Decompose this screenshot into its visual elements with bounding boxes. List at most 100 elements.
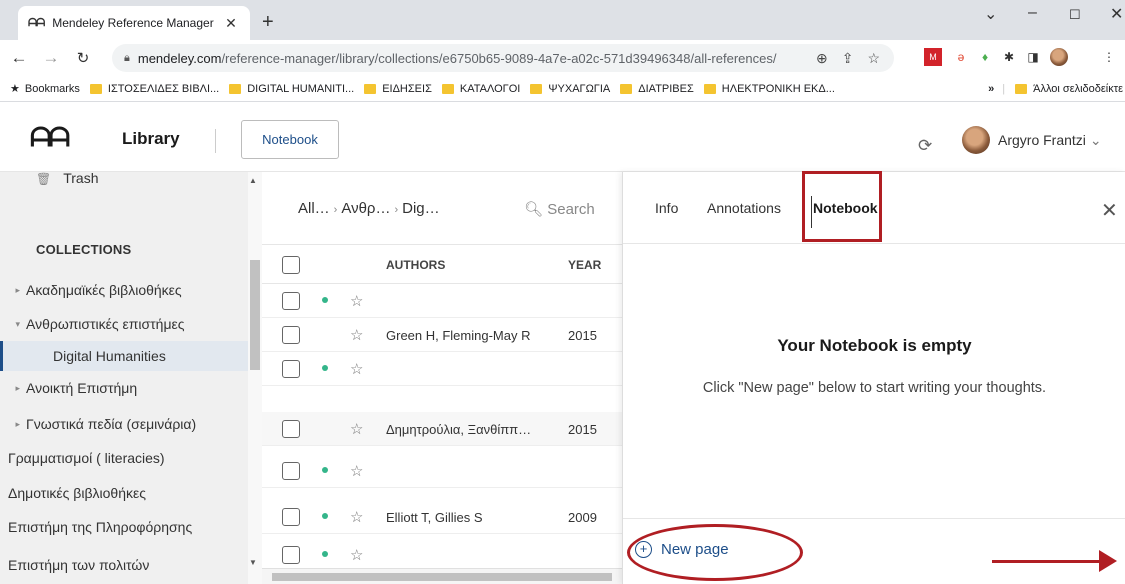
caret-down-icon[interactable]: ▾ [0,319,20,330]
row-checkbox[interactable] [282,420,300,438]
folder-icon [1015,83,1028,94]
collections-sidebar: 🗑︎ Trash COLLECTIONS ▸ Ακαδημαϊκές βιβλιοθ… [0,172,262,584]
bookmarks-manager[interactable]: ★ Bookmarks [10,82,80,96]
sidebar-scrollbar[interactable] [248,172,262,584]
table-row[interactable]: ☆ [262,352,622,386]
browser-tab[interactable]: ᗩᗩ Mendeley Reference Manager ✕ [18,6,250,40]
tab-close-icon[interactable]: ✕ [222,15,240,32]
avatar[interactable] [962,126,990,154]
close-panel-icon[interactable]: ✕ [1101,198,1118,223]
row-checkbox[interactable] [282,292,300,310]
bookmark-folder[interactable]: ΚΑΤΑΛΟΓΟΙ [441,82,521,95]
caret-right-icon[interactable]: ▸ [0,285,20,296]
breadcrumb-current[interactable]: Dig… [402,200,440,217]
scroll-up-icon[interactable]: ▲ [249,176,257,185]
sidebar-item-label: Επιστήμη της Πληροφόρησης [8,519,193,535]
sync-icon[interactable]: ⟳ [918,136,932,156]
star-icon[interactable]: ☆ [350,326,363,344]
sidebar-item-collection[interactable]: ▸ Ακαδημαϊκές βιβλιοθήκες [0,275,248,305]
row-checkbox[interactable] [282,508,300,526]
sidebar-item-collection[interactable]: Επιστήμη της Πληροφόρησης [0,512,248,542]
close-window-button[interactable]: ✕ [1110,4,1123,24]
forward-icon[interactable]: → [40,48,62,68]
column-year[interactable]: YEAR [568,258,601,272]
search-button[interactable]: 🔍︎ Search [524,200,595,218]
row-checkbox[interactable] [282,462,300,480]
row-checkbox[interactable] [282,326,300,344]
sidebar-item-collection[interactable]: Γραμματισμοί ( literacies) [0,443,248,473]
sidebar-item-collection[interactable]: ▸ Γνωστικά πεδία (σεμινάρια) [0,409,248,439]
breadcrumb-parent[interactable]: Ανθρ… [341,200,390,217]
breadcrumb-all[interactable]: All… [298,200,330,217]
star-icon[interactable]: ☆ [350,292,363,310]
table-row[interactable]: ☆ [262,284,622,318]
bookmarks-overflow-icon[interactable]: » [988,83,994,95]
address-bar[interactable]: 🔒︎ mendeley.com/reference-manager/librar… [112,44,894,72]
star-icon[interactable]: ☆ [350,546,363,564]
folder-icon [89,83,102,94]
select-all-checkbox[interactable] [282,256,300,274]
sidebar-item-collection[interactable]: Επιστήμη των πολιτών [0,550,248,580]
share-icon[interactable]: ⇪ [842,50,854,67]
bookmark-folder[interactable]: ΗΛΕΚΤΡΟΝΙΚΗ ΕΚΔ... [703,82,835,95]
sidebar-item-digital-humanities[interactable]: Digital Humanities [0,341,248,371]
user-menu[interactable]: Argyro Frantzi ⌄ [998,132,1102,149]
table-row[interactable]: ☆ Δημητρούλια, Ξανθίππ… 2015 [262,412,622,446]
bookmark-folder[interactable]: ΕΙΔΗΣΕΙΣ [364,83,432,95]
row-checkbox[interactable] [282,360,300,378]
bookmark-folder[interactable]: ΙΣΤΟΣΕΛΙΔΕΣ ΒΙΒΛΙ... [89,83,219,95]
drop-extension-icon[interactable]: ♦ [976,48,994,66]
new-tab-button[interactable]: + [262,12,274,32]
caret-right-icon[interactable]: ▸ [0,383,20,394]
bookmark-folder[interactable]: ΔΙΑΤΡΙΒΕΣ [620,83,694,95]
table-row[interactable]: ☆ Elliott T, Gillies S 2009 [262,500,622,534]
sidebar-item-label: Digital Humanities [53,348,166,364]
star-icon[interactable]: ☆ [350,360,363,378]
sidebar-item-collection[interactable]: Δημοτικές βιβλιοθήκες [0,478,248,508]
sidebar-item-collection[interactable]: ▸ Ανοικτή Επιστήμη [0,373,248,403]
tab-annotations[interactable]: Annotations [707,200,781,216]
bookmark-folder[interactable]: ΨΥΧΑΓΩΓΙΑ [530,83,610,95]
collections-header: COLLECTIONS [36,242,132,257]
scroll-down-icon[interactable]: ▼ [249,558,257,567]
reload-icon[interactable]: ↻ [72,49,94,67]
bookmark-folder-label: ΚΑΤΑΛΟΓΟΙ [459,82,521,95]
mendeley-extension-icon[interactable]: M [924,48,942,66]
star-icon[interactable]: ☆ [350,462,363,480]
tab-info[interactable]: Info [655,200,678,216]
side-panel-icon[interactable]: ◨ [1024,48,1042,66]
column-authors[interactable]: AUTHORS [386,258,445,272]
scrollbar-thumb[interactable] [272,573,612,581]
sidebar-item-collection[interactable]: ▾ Ανθρωπιστικές επιστήμες [0,309,248,339]
row-authors: Green H, Fleming-May R [386,328,531,343]
star-icon[interactable]: ☆ [350,420,363,438]
table-row[interactable]: ☆ [262,454,622,488]
tab-search-icon[interactable]: ⌄ [984,4,997,24]
trash-label: Trash [63,172,99,186]
maximize-button[interactable]: ☐ [1069,7,1081,23]
minimize-button[interactable]: – [1028,4,1037,22]
mendeley-logo-icon[interactable]: ᗩᗩ [30,122,70,154]
reference-list-horizontal-scrollbar[interactable] [262,568,622,584]
library-title[interactable]: Library [122,129,180,149]
bookmark-folder[interactable]: DIGITAL HUMANITI... [229,83,354,95]
table-row[interactable]: ☆ [262,538,622,572]
sidebar-item-label: Ανοικτή Επιστήμη [26,380,138,396]
table-row[interactable]: ☆ Green H, Fleming-May R 2015 [262,318,622,352]
extension-icon[interactable]: ə [952,48,970,66]
sidebar-item-trash[interactable]: 🗑︎ Trash [36,172,99,186]
row-checkbox[interactable] [282,546,300,564]
profile-avatar-icon[interactable] [1050,48,1068,66]
browser-menu-icon[interactable]: ⋮ [1100,48,1118,66]
bookmark-folder-label: ΗΛΕΚΤΡΟΝΙΚΗ ΕΚΔ... [721,82,835,95]
zoom-icon[interactable]: ⊕ [816,50,828,67]
star-icon[interactable]: ☆ [350,508,363,526]
other-bookmarks[interactable]: Άλλοι σελιδοδείκτε [1015,83,1123,95]
back-icon[interactable]: ← [8,48,30,68]
bookmark-star-icon[interactable]: ☆ [867,50,880,67]
sidebar-scrollbar-thumb[interactable] [250,260,260,370]
notebook-button[interactable]: Notebook [241,120,339,159]
caret-right-icon[interactable]: ▸ [0,419,20,430]
puzzle-extensions-icon[interactable]: ✱ [1000,48,1018,66]
trash-icon: 🗑︎ [36,172,52,186]
